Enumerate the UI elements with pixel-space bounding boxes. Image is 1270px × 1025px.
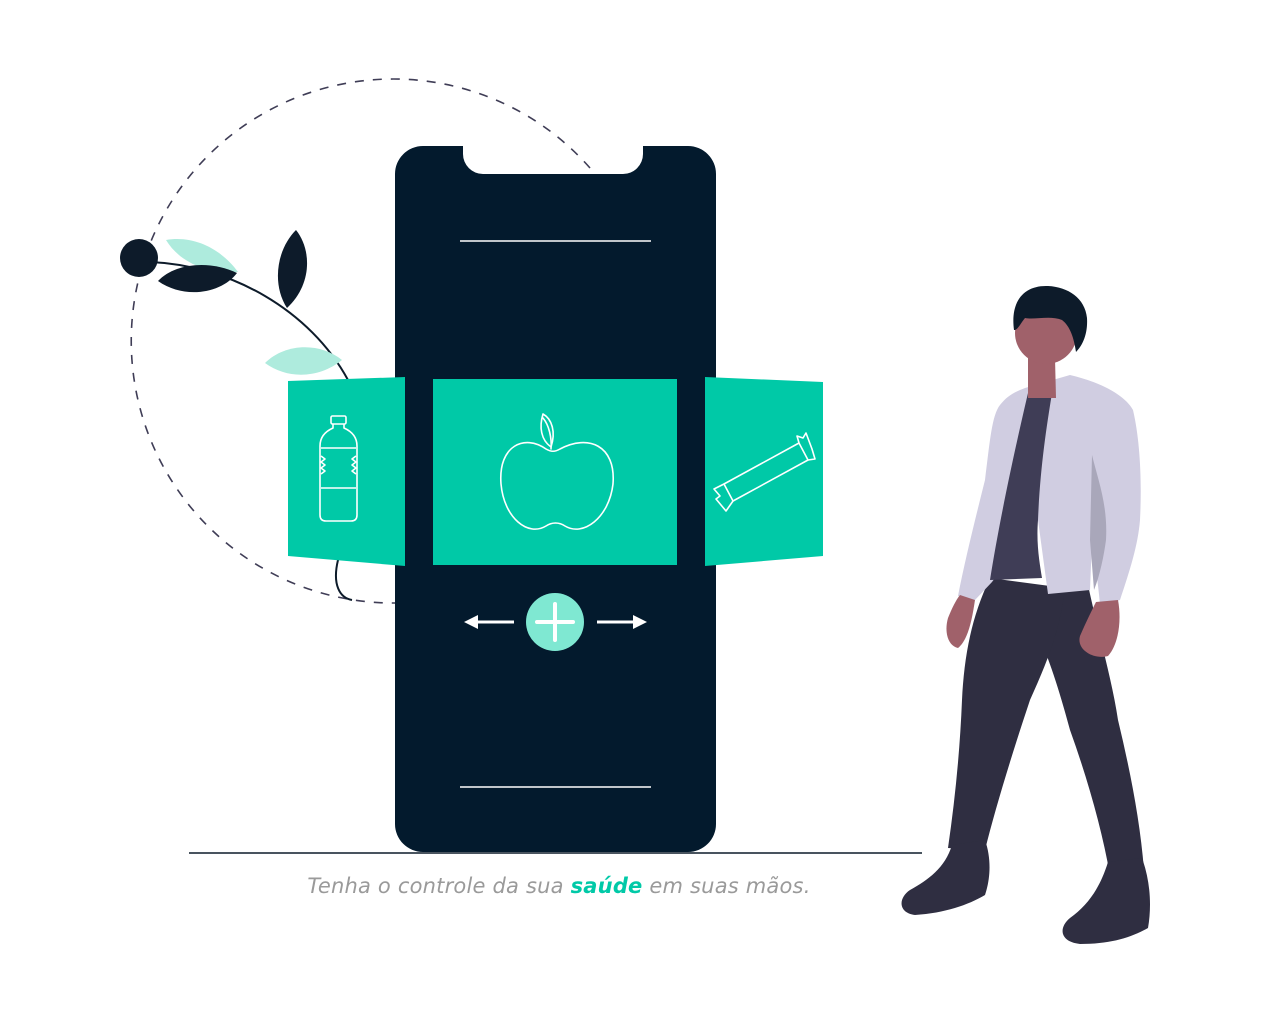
carousel-card-center[interactable] xyxy=(433,379,677,565)
caption: Tenha o controle da sua saúde em suas mã… xyxy=(189,874,929,898)
food-carousel xyxy=(288,377,823,566)
branch-dot xyxy=(120,239,158,277)
leaf-dark-top xyxy=(277,230,308,308)
person-figure xyxy=(901,285,1150,944)
person-shoe-right xyxy=(1062,858,1150,944)
carousel-card-right[interactable] xyxy=(705,377,823,566)
leaf-dark-left xyxy=(158,265,237,293)
add-button[interactable] xyxy=(526,593,584,651)
health-app-illustration xyxy=(120,78,1150,944)
caption-highlight: saúde xyxy=(570,874,643,898)
carousel-card-left[interactable] xyxy=(288,377,405,566)
person-neck xyxy=(1028,358,1056,398)
caption-before: Tenha o controle da sua xyxy=(307,874,564,898)
caption-after: em suas mãos. xyxy=(649,874,811,898)
